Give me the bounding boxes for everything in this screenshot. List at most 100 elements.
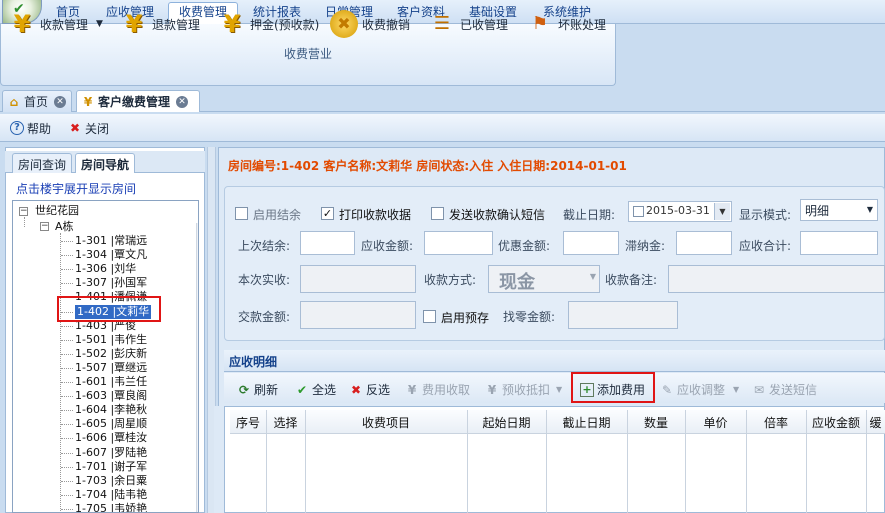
- tree-room[interactable]: 1-705 |韦娇艳: [75, 502, 147, 512]
- chevron-down-icon[interactable]: ▼: [864, 201, 876, 219]
- enable-settle-label: 启用结余: [253, 208, 302, 222]
- tree-room[interactable]: 1-701 |谢子军: [75, 460, 147, 474]
- tree-line: [61, 241, 73, 242]
- tree-room[interactable]: 1-603 |覃良阁: [75, 389, 147, 403]
- room-tree[interactable]: − 世纪花园 − A栋 1-301 |常瑞远 1-304 |覃文凡 1-306 |刘…: [12, 200, 199, 513]
- received-manage-button[interactable]: ☰ 已收管理: [428, 8, 508, 40]
- tree-line: [61, 382, 73, 383]
- ribbon-group-label: 收费营业: [283, 47, 332, 61]
- grid-column-header[interactable]: 序号: [230, 414, 266, 431]
- tree-building[interactable]: A栋: [55, 220, 74, 234]
- chevron-down-icon[interactable]: ▼: [714, 203, 730, 220]
- tree-line: [24, 217, 25, 227]
- late-fee-field[interactable]: [676, 231, 732, 255]
- tree-line: [61, 452, 73, 454]
- tree-line: [61, 494, 73, 496]
- last-balance-field[interactable]: [300, 231, 355, 255]
- remark-label: 收款备注:: [605, 273, 658, 287]
- change-amount-field[interactable]: [568, 301, 678, 329]
- receivable-field[interactable]: [424, 231, 493, 255]
- paid-amount-field[interactable]: [300, 301, 416, 329]
- chevron-down-icon[interactable]: ▼: [590, 272, 596, 281]
- tree-room[interactable]: 1-607 |罗陆艳: [75, 446, 147, 460]
- tab-room-search[interactable]: 房间查询: [12, 153, 73, 173]
- print-receipt-checkbox[interactable]: ✓: [321, 207, 334, 220]
- scrollbar-thumb[interactable]: [198, 225, 199, 355]
- deadline-enable-checkbox[interactable]: [633, 205, 644, 217]
- remark-field[interactable]: [668, 265, 885, 293]
- add-fee-button[interactable]: + 添加费用: [580, 381, 645, 398]
- grid-column-header[interactable]: 单价: [685, 414, 746, 431]
- tree-room[interactable]: 1-307 |孙国军: [75, 276, 147, 290]
- receivable-total-field[interactable]: [800, 231, 878, 255]
- tree-room[interactable]: 1-304 |覃文凡: [75, 248, 147, 262]
- tree-room[interactable]: 1-604 |李艳秋: [75, 403, 147, 417]
- deadline-date-field[interactable]: 2015-03-31 ▼: [628, 201, 732, 222]
- help-button[interactable]: ? 帮助: [10, 119, 51, 137]
- actual-received-label: 本次实收:: [238, 273, 291, 287]
- send-sms-button[interactable]: ✉ 发送短信: [752, 381, 817, 398]
- received-manage-label: 已收管理: [460, 17, 509, 32]
- grid-column-header[interactable]: 数量: [627, 414, 685, 431]
- tree-room[interactable]: 1-601 |韦兰任: [75, 375, 147, 389]
- display-mode-value: 明细: [805, 204, 830, 218]
- grid-column-divider: [627, 410, 628, 513]
- enable-prepay-checkbox[interactable]: [423, 310, 436, 323]
- tree-room[interactable]: 1-301 |常瑞远: [75, 234, 147, 248]
- tree-room[interactable]: 1-704 |陆韦艳: [75, 488, 147, 502]
- tree-room[interactable]: 1-306 |刘华: [75, 262, 136, 276]
- tree-line: [61, 508, 73, 510]
- tree-root[interactable]: 世纪花园: [35, 204, 79, 218]
- grid-column-divider: [546, 410, 547, 513]
- grid-column-header[interactable]: 截止日期: [546, 414, 627, 431]
- charge-revoke-button[interactable]: ✖ 收费撤销: [330, 8, 410, 40]
- tree-line: [61, 367, 73, 369]
- tree-room[interactable]: 1-703 |余日粟: [75, 474, 147, 488]
- pay-method-select[interactable]: 现金 ▼: [488, 265, 600, 293]
- deposit-button[interactable]: ¥ 押金(预收款): [218, 8, 320, 40]
- grid-column-header[interactable]: 倍率: [746, 414, 806, 431]
- tree-scrollbar[interactable]: [196, 223, 199, 512]
- dropdown-arrow-icon[interactable]: ▼: [556, 385, 562, 394]
- close-icon[interactable]: ✕: [54, 95, 67, 108]
- grid-column-header[interactable]: 应收金额: [806, 414, 866, 431]
- select-all-button[interactable]: ✔ 全选: [295, 381, 336, 398]
- receivable-adjust-button[interactable]: ✎ 应收调整 ▼: [660, 381, 739, 398]
- discount-field[interactable]: [563, 231, 619, 255]
- grid-column-divider: [746, 410, 747, 513]
- tab-room-nav[interactable]: 房间导航: [75, 153, 136, 173]
- grid-column-divider: [685, 410, 686, 513]
- grid-column-header[interactable]: 缓: [866, 414, 885, 431]
- refresh-button[interactable]: ⟳ 刷新: [237, 381, 278, 398]
- prepay-offset-button[interactable]: ¥ 预收抵扣 ▼: [485, 381, 562, 398]
- send-sms-checkbox[interactable]: [431, 207, 444, 220]
- tree-room[interactable]: 1-501 |韦作生: [75, 333, 147, 347]
- display-mode-select[interactable]: 明细 ▼: [800, 199, 878, 221]
- tree-room[interactable]: 1-507 |覃继远: [75, 361, 147, 375]
- tree-line: [61, 325, 73, 327]
- grid-column-header[interactable]: 选择: [266, 414, 305, 431]
- tree-room[interactable]: 1-606 |覃桂汝: [75, 431, 147, 445]
- tree-line: [61, 353, 73, 355]
- tab-customer-payment[interactable]: ¥ 客户缴费管理 ✕: [76, 90, 200, 112]
- invert-select-button[interactable]: ✖ 反选: [349, 381, 390, 398]
- close-button[interactable]: ✖ 关闭: [68, 119, 109, 137]
- dropdown-arrow-icon[interactable]: ▼: [733, 385, 739, 394]
- grid-column-header[interactable]: 起始日期: [467, 414, 546, 431]
- collection-manage-button[interactable]: ¥ 收款管理 ▼: [8, 8, 103, 40]
- tree-room[interactable]: 1-605 |周星顺: [75, 417, 147, 431]
- collapse-icon[interactable]: −: [19, 207, 28, 216]
- bad-debt-button[interactable]: ⚑ 坏账处理: [526, 8, 606, 40]
- tab-home[interactable]: ⌂ 首页 ✕: [2, 90, 72, 112]
- grid-column-header[interactable]: 收费项目: [305, 414, 467, 431]
- deposit-label: 押金(预收款): [250, 17, 320, 32]
- refund-manage-button[interactable]: ¥ 退款管理: [120, 8, 200, 40]
- dropdown-arrow-icon[interactable]: ▼: [96, 19, 103, 29]
- enable-settle-checkbox[interactable]: [235, 207, 248, 220]
- actual-received-field[interactable]: [300, 265, 416, 293]
- fee-collect-button[interactable]: ¥ 费用收取: [405, 381, 470, 398]
- collapse-icon[interactable]: −: [40, 222, 49, 231]
- close-icon[interactable]: ✕: [176, 95, 189, 108]
- charge-revoke-label: 收费撤销: [362, 17, 411, 32]
- tree-room[interactable]: 1-502 |彭庆新: [75, 347, 147, 361]
